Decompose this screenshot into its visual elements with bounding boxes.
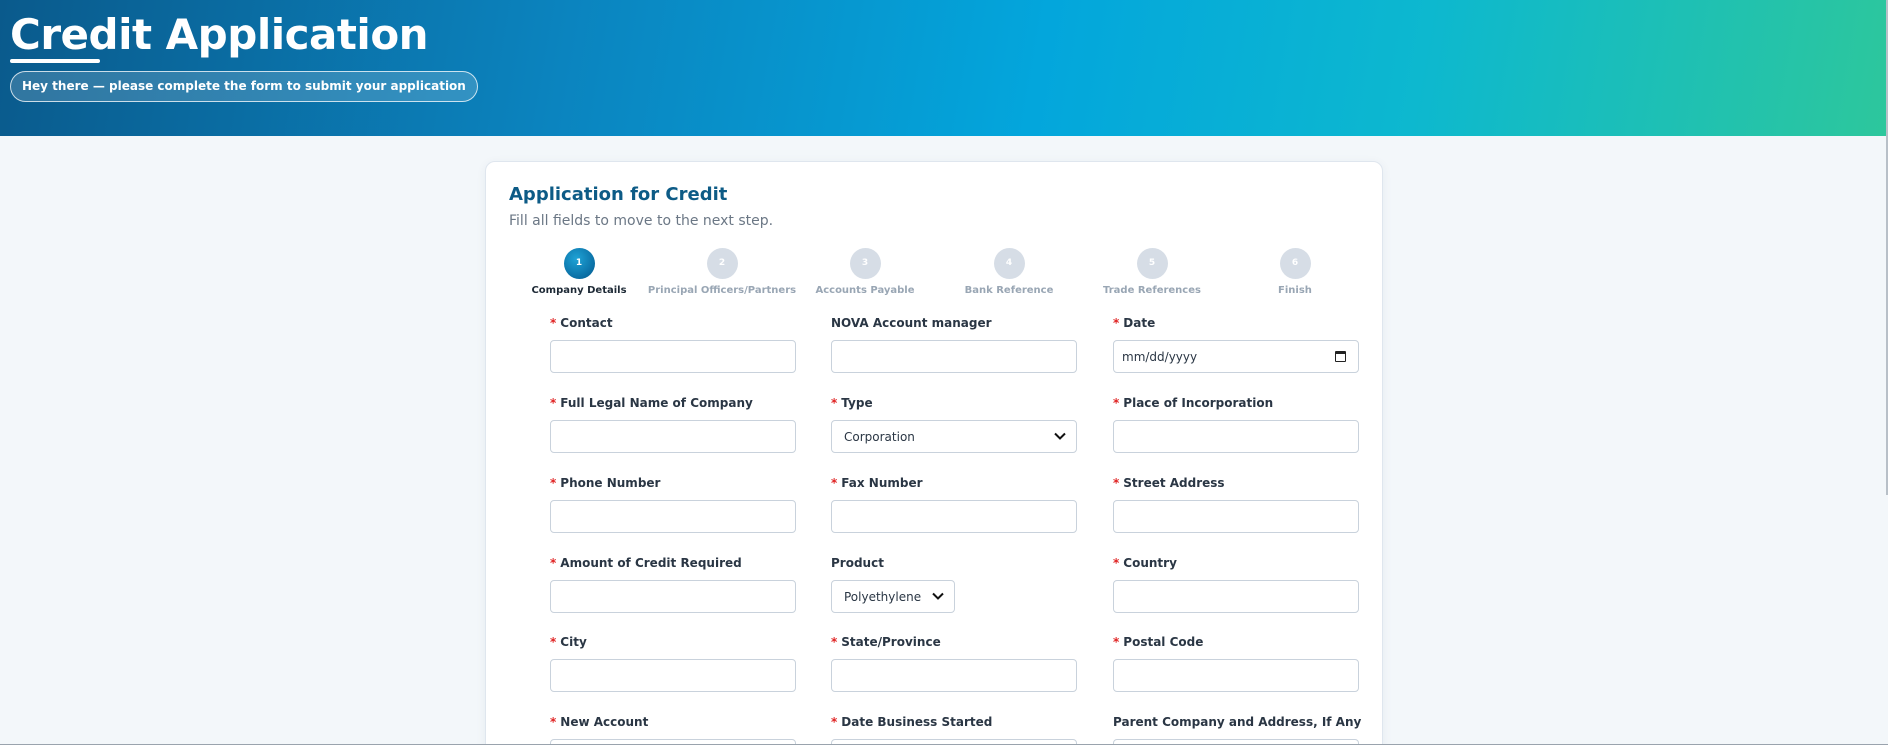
field-label: * Country [1113, 556, 1177, 570]
field-label: * State/Province [831, 635, 941, 649]
legal-name-field: * Full Legal Name of Company [550, 396, 796, 453]
card-subtitle: Fill all fields to move to the next step… [509, 213, 774, 229]
step-label: Finish [1278, 285, 1312, 296]
country-input[interactable] [1113, 580, 1359, 613]
account-manager-input[interactable] [831, 340, 1077, 373]
place-incorporation-field: * Place of Incorporation [1113, 396, 1359, 453]
street-field: * Street Address [1113, 476, 1359, 533]
field-label: * Postal Code [1113, 635, 1204, 649]
field-label: * Phone Number [550, 476, 661, 490]
required-marker: * [550, 476, 557, 490]
chevron-down-icon [1054, 432, 1066, 440]
postal-field: * Postal Code [1113, 635, 1359, 692]
step-number: 2 [706, 248, 738, 279]
required-marker: * [550, 635, 557, 649]
legal-name-input[interactable] [550, 420, 796, 453]
page-title: Credit Application [10, 10, 429, 59]
field-label: NOVA Account manager [831, 316, 992, 330]
required-marker: * [831, 635, 838, 649]
field-label: * Contact [550, 316, 613, 330]
contact-field: * Contact [550, 316, 796, 373]
calendar-icon[interactable] [1335, 351, 1346, 362]
title-underline [10, 59, 100, 63]
street-input[interactable] [1113, 500, 1359, 533]
postal-input[interactable] [1113, 659, 1359, 692]
step-number: 6 [1279, 248, 1311, 279]
step-label: Bank Reference [964, 285, 1054, 296]
required-marker: * [831, 476, 838, 490]
step-finish[interactable]: 6 Finish [1220, 248, 1370, 296]
fax-input[interactable] [831, 500, 1077, 533]
credit-amount-field: * Amount of Credit Required [550, 556, 796, 613]
product-field: Product Polyethylene [831, 556, 1077, 613]
field-label: * Type [831, 396, 873, 410]
field-label: * Date [1113, 316, 1156, 330]
step-label: Accounts Payable [815, 285, 915, 296]
required-marker: * [1113, 556, 1120, 570]
field-label: * Amount of Credit Required [550, 556, 742, 570]
step-number: 5 [1136, 248, 1168, 279]
type-field: * Type Corporation [831, 396, 1077, 453]
parent-company-field: Parent Company and Address, If Any [1113, 715, 1362, 745]
field-label: * New Account [550, 715, 649, 729]
type-selected-value: Corporation [844, 430, 915, 444]
state-field: * State/Province [831, 635, 1077, 692]
new-account-field: * New Account [550, 715, 796, 745]
step-label: Company Details [531, 285, 627, 296]
required-marker: * [1113, 635, 1120, 649]
card-title: Application for Credit [509, 184, 728, 205]
step-trade-references[interactable]: 5 Trade References [1077, 248, 1227, 296]
product-selected-value: Polyethylene [844, 590, 922, 604]
field-label: * Street Address [1113, 476, 1225, 490]
required-marker: * [1113, 396, 1120, 410]
state-input[interactable] [831, 659, 1077, 692]
type-select[interactable]: Corporation [831, 420, 1077, 453]
step-number: 3 [849, 248, 881, 279]
contact-input[interactable] [550, 340, 796, 373]
step-number: 1 [563, 248, 595, 279]
required-marker: * [550, 556, 557, 570]
city-field: * City [550, 635, 796, 692]
stepper: 1 Company Details 2 Principal Officers/P… [486, 248, 1384, 298]
application-card: Application for Credit Fill all fields t… [485, 161, 1383, 745]
date-input[interactable]: mm/dd/yyyy [1113, 340, 1359, 373]
required-marker: * [831, 396, 838, 410]
date-started-field: * Date Business Started [831, 715, 1077, 745]
required-marker: * [1113, 476, 1120, 490]
step-label: Trade References [1103, 285, 1201, 296]
field-label: * City [550, 635, 587, 649]
required-marker: * [550, 396, 557, 410]
field-label: * Date Business Started [831, 715, 993, 729]
phone-input[interactable] [550, 500, 796, 533]
step-accounts-payable[interactable]: 3 Accounts Payable [790, 248, 940, 296]
field-label: * Fax Number [831, 476, 923, 490]
step-company-details[interactable]: 1 Company Details [504, 248, 654, 296]
country-field: * Country [1113, 556, 1359, 613]
fax-field: * Fax Number [831, 476, 1077, 533]
phone-field: * Phone Number [550, 476, 796, 533]
field-label: * Full Legal Name of Company [550, 396, 753, 410]
city-input[interactable] [550, 659, 796, 692]
date-placeholder: mm/dd/yyyy [1122, 350, 1198, 364]
account-manager-field: NOVA Account manager [831, 316, 1077, 373]
field-label: * Place of Incorporation [1113, 396, 1274, 410]
field-label: Parent Company and Address, If Any [1113, 715, 1362, 729]
step-bank-reference[interactable]: 4 Bank Reference [934, 248, 1084, 296]
product-select[interactable]: Polyethylene [831, 580, 955, 613]
step-label: Principal Officers/Partners [647, 285, 797, 296]
place-incorporation-input[interactable] [1113, 420, 1359, 453]
chevron-down-icon [932, 592, 944, 600]
step-number: 4 [993, 248, 1025, 279]
required-marker: * [1113, 316, 1120, 330]
required-marker: * [550, 715, 557, 729]
required-marker: * [550, 316, 557, 330]
field-label: Product [831, 556, 884, 570]
credit-amount-input[interactable] [550, 580, 796, 613]
date-field: * Date mm/dd/yyyy [1113, 316, 1359, 373]
welcome-pill: Hey there — please complete the form to … [10, 71, 478, 102]
required-marker: * [831, 715, 838, 729]
header-banner: Credit Application Hey there — please co… [0, 0, 1888, 136]
step-principal-officers[interactable]: 2 Principal Officers/Partners [647, 248, 797, 296]
